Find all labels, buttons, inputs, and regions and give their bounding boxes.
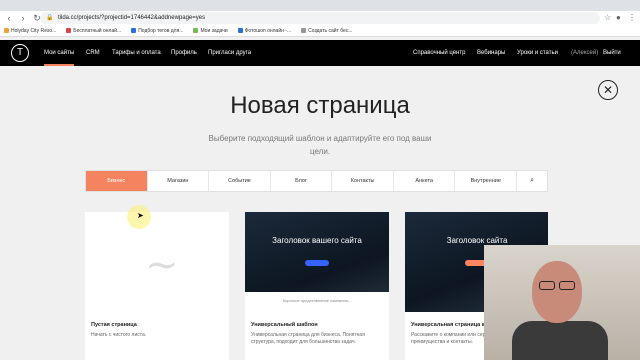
glasses-icon — [559, 281, 575, 290]
page-subtitle: Выберите подходящий шаблон и адаптируйте… — [208, 134, 432, 156]
tilda-mark-icon: ~ — [145, 242, 179, 288]
bookmark-icon — [193, 28, 199, 33]
nav-my-sites[interactable]: Мои сайты — [44, 40, 75, 66]
back-icon[interactable]: ‹ — [4, 13, 14, 23]
menu-icon[interactable]: ⋮ — [628, 12, 636, 24]
template-description: Начать с чистого листа. — [91, 332, 147, 338]
tab-shop[interactable]: Магазин — [148, 171, 210, 191]
nav-crm[interactable]: CRM — [86, 40, 100, 66]
template-card-universal[interactable]: Заголовок вашего сайта Короткое представ… — [245, 212, 389, 360]
tab-form[interactable]: Анкета — [394, 171, 456, 191]
nav-invite[interactable]: Пригласи друга — [208, 40, 251, 66]
forward-icon[interactable]: › — [18, 13, 28, 23]
page-title: Новая страница — [230, 92, 410, 119]
webcam-shirt — [512, 321, 608, 360]
nav-lessons[interactable]: Уроки и статьи — [517, 40, 558, 66]
nav-webinars[interactable]: Вебинары — [477, 40, 505, 66]
nav-user: (Алексей) — [571, 50, 599, 56]
bookmark-icon — [131, 28, 137, 33]
tab-contacts[interactable]: Контакты — [332, 171, 394, 191]
template-thumbnail: Заголовок вашего сайта Короткое представ… — [245, 212, 389, 312]
bookmark-item[interactable]: Мои задачи — [193, 28, 228, 34]
bookmark-icon — [237, 28, 243, 33]
lock-icon: 🔒 — [46, 15, 54, 21]
address-text: tilda.cc/projects/?projectid=1746442&add… — [58, 15, 206, 21]
thumbnail-heading: Заголовок вашего сайта — [272, 236, 362, 245]
tab-event[interactable]: Событие — [209, 171, 271, 191]
tab-internal[interactable]: Внутренние — [455, 171, 518, 191]
glasses-icon — [539, 281, 555, 290]
bookmark-icon — [301, 28, 307, 33]
star-icon[interactable]: ☆ — [604, 12, 611, 24]
thumbnail-strip: Короткое представление компании... — [245, 292, 389, 312]
template-name: Пустая страница — [91, 322, 137, 328]
tab-blog[interactable]: Блог — [271, 171, 333, 191]
search-icon[interactable]: ⌕ — [517, 171, 547, 191]
nav-logout[interactable]: Выйти — [603, 40, 621, 66]
address-bar[interactable]: 🔒 tilda.cc/projects/?projectid=1746442&a… — [40, 12, 600, 24]
bookmark-icon — [66, 28, 72, 33]
bookmark-icon — [4, 28, 9, 33]
template-name: Универсальный шаблон — [251, 322, 318, 328]
template-card-blank[interactable]: ~ Пустая страница Начать с чистого листа… — [85, 212, 229, 360]
template-thumbnail: ~ — [85, 212, 229, 312]
bookmarks-bar: Holyday City Reso... Бесплатный онлай...… — [0, 25, 640, 37]
thumbnail-heading: Заголовок сайта — [446, 236, 508, 245]
webcam-overlay — [484, 245, 640, 360]
mouse-cursor-icon: ➤ — [137, 211, 144, 220]
browser-tab-bar — [0, 0, 640, 11]
bookmark-item[interactable]: Подбор тегов для... — [131, 28, 183, 34]
template-description: Универсальная страница для бизнеса. Поня… — [251, 332, 365, 345]
bookmark-item[interactable]: Holyday City Reso... — [4, 28, 56, 34]
category-tabs: Бизнес Магазин Событие Блог Контакты Анк… — [85, 170, 548, 192]
bookmark-item[interactable]: Создать сайт бес... — [301, 28, 353, 34]
tab-business[interactable]: Бизнес — [86, 171, 148, 191]
profile-icon[interactable]: ● — [616, 12, 621, 24]
nav-profile[interactable]: Профиль — [171, 40, 197, 66]
thumbnail-button — [305, 260, 329, 266]
webcam-face — [532, 261, 582, 323]
bookmark-item[interactable]: Фотошоп онлайн -... — [237, 28, 291, 34]
nav-help-center[interactable]: Справочный центр — [413, 40, 465, 66]
nav-pricing[interactable]: Тарифы и оплата — [112, 40, 161, 66]
bookmark-item[interactable]: Бесплатный онлай... — [66, 28, 121, 34]
tilda-logo[interactable]: T — [11, 44, 29, 62]
